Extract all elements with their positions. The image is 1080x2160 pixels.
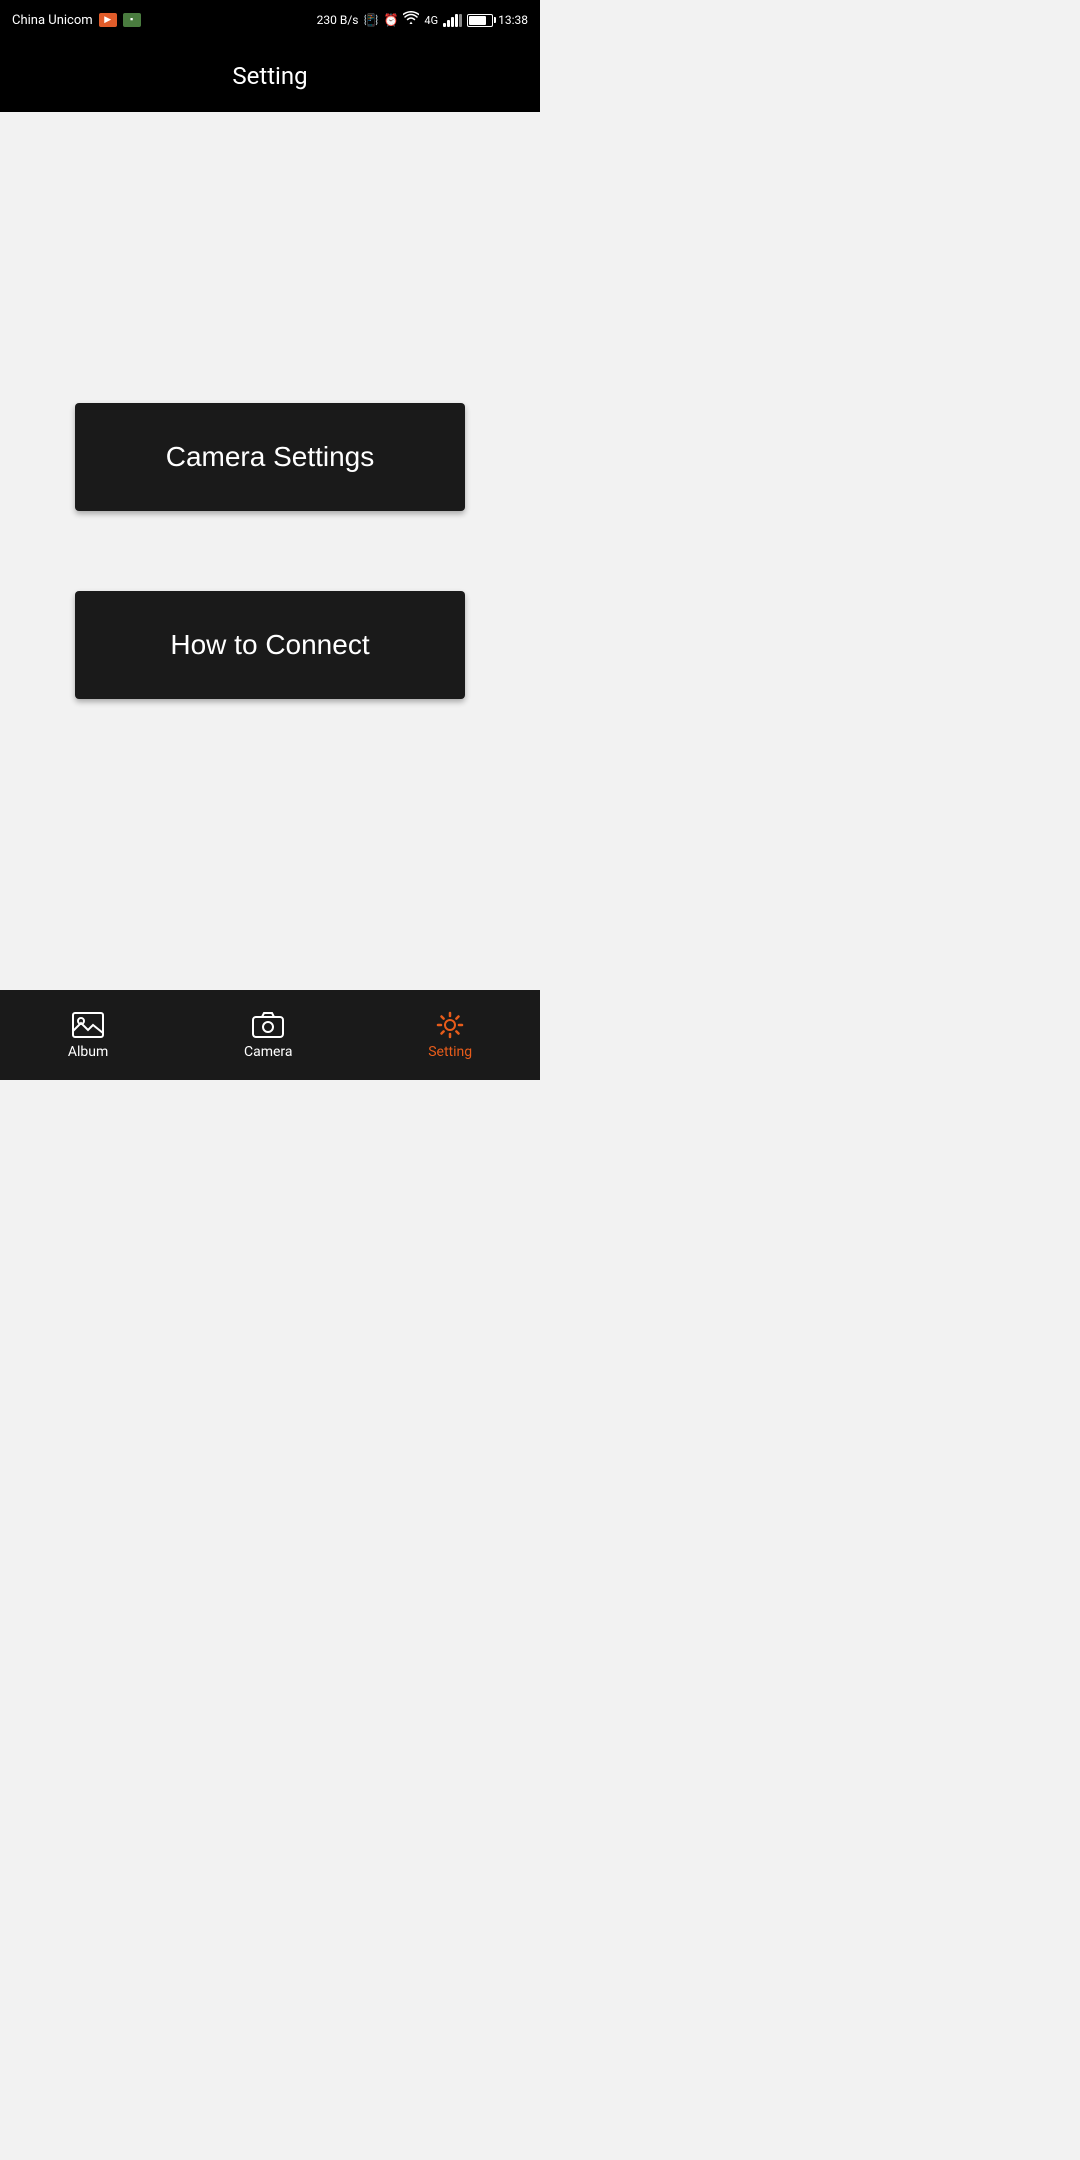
how-to-connect-button[interactable]: How to Connect <box>75 591 465 699</box>
alarm-icon: ⏰ <box>383 13 398 27</box>
network-speed: 230 B/s <box>317 13 359 27</box>
camera-settings-button[interactable]: Camera Settings <box>75 403 465 511</box>
wifi-icon <box>403 11 419 29</box>
battery-icon <box>467 14 493 27</box>
main-content: Camera Settings How to Connect <box>0 112 540 990</box>
network-type: 4G <box>424 14 438 27</box>
vibrate-icon: 📳 <box>364 13 379 27</box>
nav-item-camera[interactable]: Camera <box>224 1003 313 1068</box>
status-right: 230 B/s 📳 ⏰ 4G 13:38 <box>317 11 528 29</box>
setting-icon <box>433 1011 467 1039</box>
nav-item-album[interactable]: Album <box>48 1003 128 1068</box>
bottom-nav: Album Camera Setting <box>0 990 540 1080</box>
camera-label: Camera <box>244 1044 293 1060</box>
status-left: China Unicom ▶ ▪ <box>12 13 141 28</box>
battery-fill <box>469 16 486 25</box>
camera-icon <box>251 1011 285 1039</box>
signal-strength <box>443 13 462 27</box>
nav-item-setting[interactable]: Setting <box>408 1003 492 1068</box>
album-icon <box>71 1011 105 1039</box>
status-bar: China Unicom ▶ ▪ 230 B/s 📳 ⏰ 4G 13:38 <box>0 0 540 40</box>
carrier-icon-1: ▶ <box>99 13 117 27</box>
carrier-icon-2: ▪ <box>123 13 141 27</box>
carrier-name: China Unicom <box>12 13 93 28</box>
album-label: Album <box>68 1044 108 1060</box>
time-display: 13:38 <box>498 13 528 27</box>
page-title: Setting <box>232 62 307 90</box>
setting-label: Setting <box>428 1044 472 1060</box>
header: Setting <box>0 40 540 112</box>
